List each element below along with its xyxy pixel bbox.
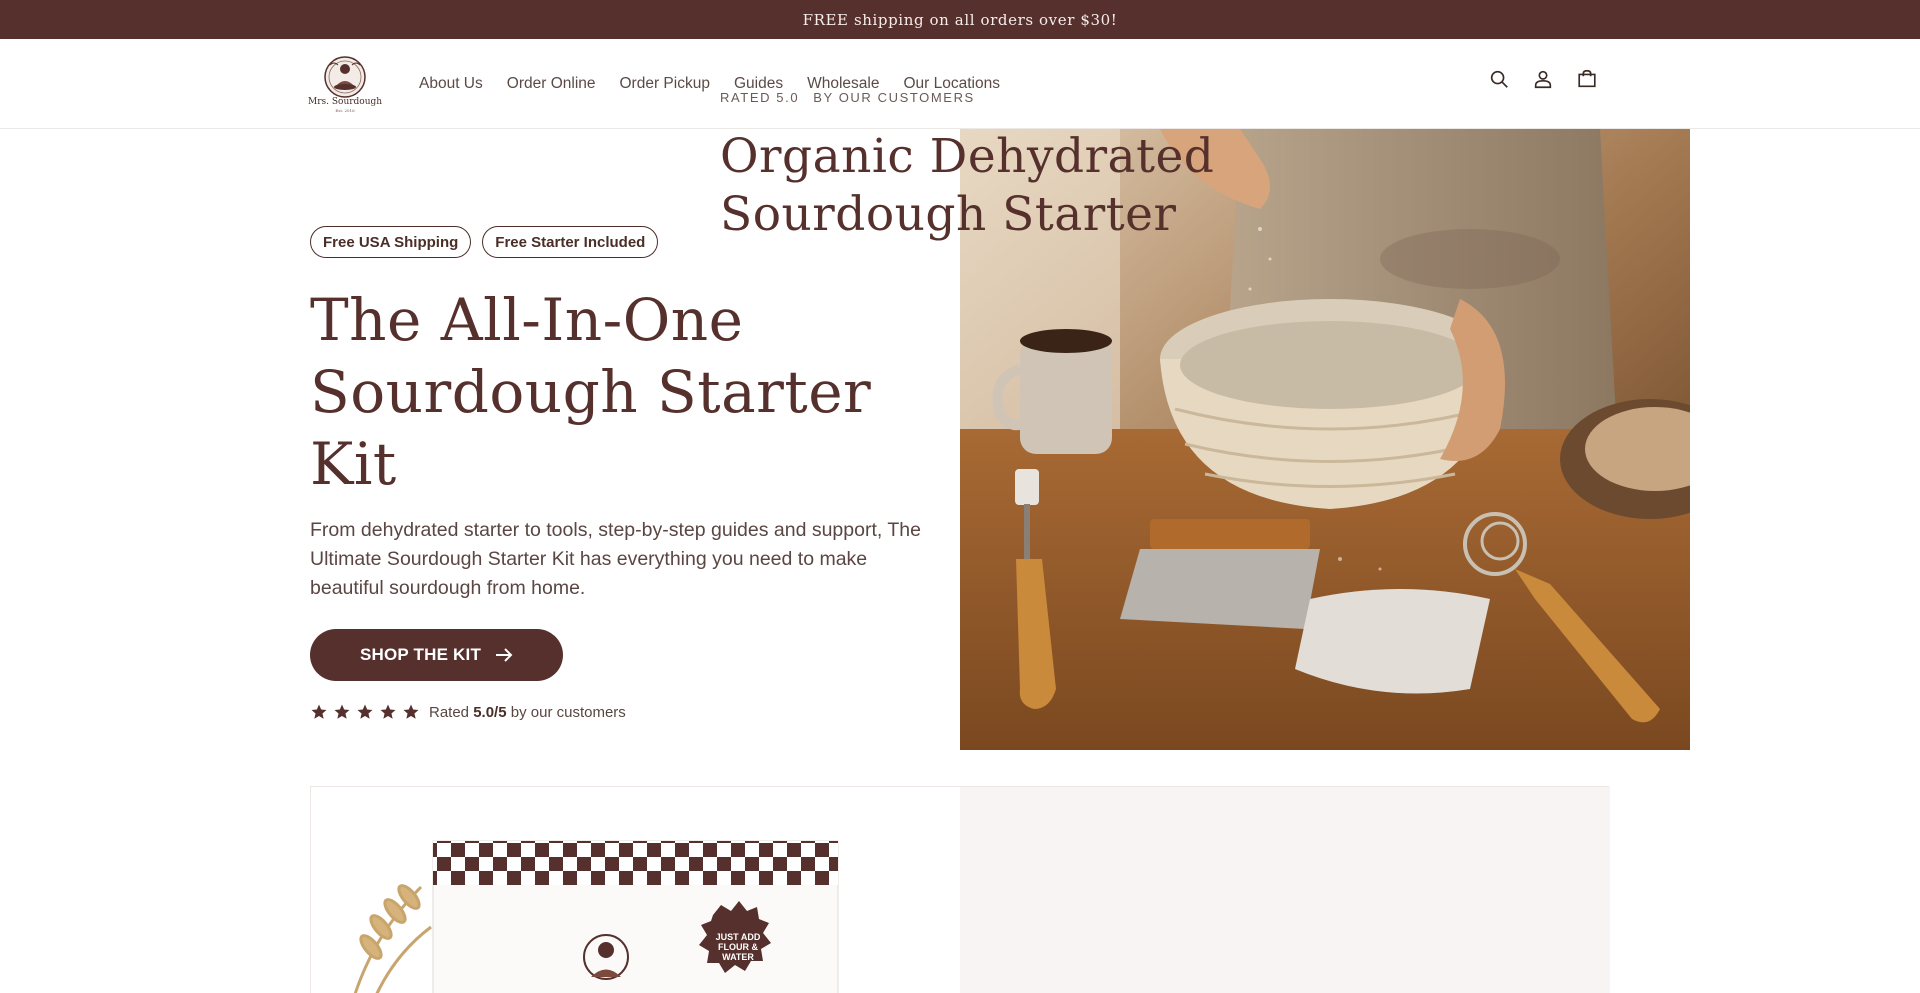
hero-content: Free USA Shipping Free Starter Included … [310,226,950,721]
brand-logo[interactable]: Mrs. Sourdough Est. 2016 [308,53,382,115]
logo-emblem-icon [324,56,366,98]
account-icon[interactable] [1531,67,1555,91]
hero-title: The All-In-One Sourdough Starter Kit [310,284,950,500]
nav-order-pickup[interactable]: Order Pickup [608,75,722,93]
search-icon[interactable] [1487,67,1511,91]
product-image: JUST ADD FLOUR & WATER [311,787,960,993]
rating-score: 5.0/5 [473,703,507,721]
logo-wordmark: Mrs. Sourdough [308,97,383,107]
star-icon [357,704,373,719]
nav-about-us[interactable]: About Us [407,75,495,93]
header-actions [1487,67,1599,91]
shop-button-label: SHOP THE KIT [359,645,482,664]
rating-text: Rated 5.0/5 by our customers [429,704,626,721]
product-title: Organic Dehydrated Sourdough Starter [720,129,1215,242]
arrow-right-icon [496,648,513,662]
shop-the-kit-button[interactable]: SHOP THE KIT [310,629,563,681]
hero-description: From dehydrated starter to tools, step-b… [310,519,921,599]
site-header: Mrs. Sourdough Est. 2016 About Us Order … [0,39,1920,129]
package-badge-text: JUST ADD FLOUR & WATER [715,932,761,962]
badge-free-shipping: Free USA Shipping [310,226,472,258]
hero-title-line1: The All-In-One [310,286,744,354]
product-card: JUST ADD FLOUR & WATER [310,786,1610,993]
rating-suffix: by our customers [510,703,626,721]
product-kicker-rating: RATED 5.0 [720,90,800,105]
star-icon [380,704,396,719]
cart-icon[interactable] [1575,67,1599,91]
logo-subtitle: Est. 2016 [335,108,355,113]
starter-package-illustration [353,840,839,993]
product-kicker: RATED 5.0 BY OUR CUSTOMERS [720,90,975,105]
product-kicker-by: BY OUR CUSTOMERS [813,90,975,105]
announcement-bar: FREE shipping on all orders over $30! [0,0,1920,39]
main-nav: About Us Order Online Order Pickup Guide… [407,39,1012,129]
star-icon [403,704,419,719]
product-info-panel [960,787,1610,993]
star-rating [310,703,420,721]
hero-title-line2: Sourdough Starter Kit [310,358,872,498]
nav-order-online[interactable]: Order Online [495,75,608,93]
star-icon [334,704,350,719]
star-icon [311,704,327,719]
announcement-text: FREE shipping on all orders over $30! [802,10,1118,29]
badge-free-starter: Free Starter Included [482,226,659,258]
rating-prefix: Rated [429,703,470,721]
rating-row: Rated 5.0/5 by our customers [310,703,950,721]
